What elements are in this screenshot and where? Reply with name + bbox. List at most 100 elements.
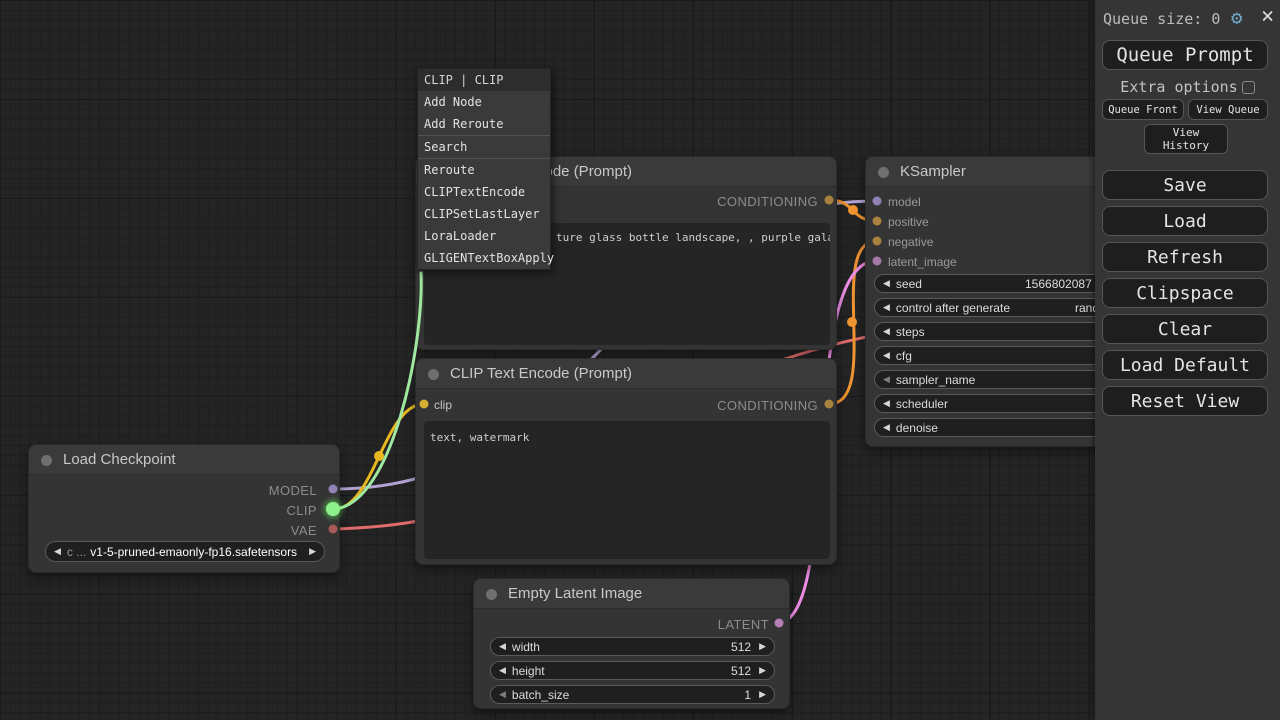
menu-item-reroute[interactable]: Reroute bbox=[418, 159, 550, 181]
save-button[interactable]: Save bbox=[1102, 170, 1268, 200]
reset-view-button[interactable]: Reset View bbox=[1102, 386, 1268, 416]
reset-view-label: Reset View bbox=[1131, 391, 1239, 412]
node-collapse-dot[interactable] bbox=[878, 167, 889, 178]
menu-item-gligentextboxapply[interactable]: GLIGENTextBoxApply bbox=[418, 247, 550, 269]
output-label-conditioning: CONDITIONING bbox=[717, 398, 818, 413]
decrement-arrow-icon[interactable]: ◀ bbox=[883, 274, 890, 293]
widget-value: 512 bbox=[540, 640, 751, 654]
clear-label: Clear bbox=[1158, 319, 1212, 340]
queue-size-value: 0 bbox=[1211, 10, 1220, 28]
save-label: Save bbox=[1163, 175, 1206, 196]
widget-label: sampler_name bbox=[896, 373, 975, 387]
next-arrow-icon[interactable]: ▶ bbox=[309, 542, 316, 561]
settings-gear-icon[interactable]: ⚙ bbox=[1231, 7, 1242, 29]
clear-button[interactable]: Clear bbox=[1102, 314, 1268, 344]
output-label-clip: CLIP bbox=[286, 503, 317, 518]
output-label-conditioning: CONDITIONING bbox=[717, 194, 818, 209]
node-collapse-dot[interactable] bbox=[41, 455, 52, 466]
increment-arrow-icon[interactable]: ▶ bbox=[759, 637, 766, 656]
queue-size-label: Queue size: bbox=[1103, 10, 1202, 28]
widget-value: 512 bbox=[545, 664, 751, 678]
node-title: Empty Latent Image bbox=[474, 579, 789, 609]
widget-height[interactable]: ◀ height 512 ▶ bbox=[490, 661, 775, 680]
node-title: CLIP Text Encode (Prompt) bbox=[416, 359, 836, 389]
widget-label: c ... bbox=[67, 545, 86, 559]
widget-label: width bbox=[512, 640, 540, 654]
view-history-line2: History bbox=[1163, 139, 1209, 152]
menu-item-search[interactable]: Search bbox=[418, 136, 550, 158]
input-label-latent-image: latent_image bbox=[888, 255, 957, 269]
decrement-arrow-icon[interactable]: ◀ bbox=[883, 370, 890, 389]
clipspace-label: Clipspace bbox=[1136, 283, 1234, 304]
view-queue-button[interactable]: View Queue bbox=[1188, 99, 1268, 120]
widget-label: batch_size bbox=[512, 688, 569, 702]
widget-value: 1 bbox=[569, 688, 751, 702]
context-menu-title: CLIP | CLIP bbox=[418, 69, 550, 91]
node-title: Load Checkpoint bbox=[29, 445, 339, 475]
decrement-arrow-icon[interactable]: ◀ bbox=[499, 637, 506, 656]
widget-width[interactable]: ◀ width 512 ▶ bbox=[490, 637, 775, 656]
node-clip-text-encode-2[interactable]: CLIP Text Encode (Prompt) clip CONDITION… bbox=[415, 358, 837, 565]
extra-options-label: Extra options bbox=[1120, 78, 1237, 96]
decrement-arrow-icon[interactable]: ◀ bbox=[883, 394, 890, 413]
decrement-arrow-icon[interactable]: ◀ bbox=[883, 418, 890, 437]
decrement-arrow-icon[interactable]: ◀ bbox=[499, 661, 506, 680]
refresh-label: Refresh bbox=[1147, 247, 1223, 268]
queue-front-label: Queue Front bbox=[1108, 104, 1178, 116]
prev-arrow-icon[interactable]: ◀ bbox=[54, 542, 61, 561]
input-label-clip: clip bbox=[434, 398, 452, 412]
load-button[interactable]: Load bbox=[1102, 206, 1268, 236]
widget-label: height bbox=[512, 664, 545, 678]
decrement-arrow-icon[interactable]: ◀ bbox=[883, 346, 890, 365]
load-default-button[interactable]: Load Default bbox=[1102, 350, 1268, 380]
widget-value: v1-5-pruned-emaonly-fp16.safetensors bbox=[86, 545, 301, 559]
input-label-model: model bbox=[888, 195, 921, 209]
view-history-line1: View bbox=[1173, 126, 1200, 139]
decrement-arrow-icon[interactable]: ◀ bbox=[883, 298, 890, 317]
extra-options-checkbox[interactable] bbox=[1242, 81, 1255, 94]
queue-front-button[interactable]: Queue Front bbox=[1102, 99, 1184, 120]
widget-value: 1566802087 bbox=[1025, 277, 1092, 291]
widget-batch-size[interactable]: ◀ batch_size 1 ▶ bbox=[490, 685, 775, 704]
context-menu: CLIP | CLIP Add Node Add Reroute Search … bbox=[417, 68, 551, 270]
input-label-positive: positive bbox=[888, 215, 929, 229]
menu-item-clipsetlastlayer[interactable]: CLIPSetLastLayer bbox=[418, 203, 550, 225]
widget-ckpt-name[interactable]: ◀ c ... v1-5-pruned-emaonly-fp16.safeten… bbox=[45, 541, 325, 562]
node-collapse-dot[interactable] bbox=[486, 589, 497, 600]
view-queue-label: View Queue bbox=[1196, 104, 1259, 116]
increment-arrow-icon[interactable]: ▶ bbox=[759, 685, 766, 704]
queue-prompt-label: Queue Prompt bbox=[1116, 44, 1253, 66]
refresh-button[interactable]: Refresh bbox=[1102, 242, 1268, 272]
menu-item-add-reroute[interactable]: Add Reroute bbox=[418, 113, 550, 135]
input-label-negative: negative bbox=[888, 235, 933, 249]
widget-label: denoise bbox=[896, 421, 938, 435]
widget-label: steps bbox=[896, 325, 925, 339]
decrement-arrow-icon[interactable]: ◀ bbox=[499, 685, 506, 704]
extra-options: Extra options bbox=[1095, 78, 1280, 96]
widget-label: seed bbox=[896, 277, 922, 291]
widget-label: scheduler bbox=[896, 397, 948, 411]
menu-item-cliptextencode[interactable]: CLIPTextEncode bbox=[418, 181, 550, 203]
node-load-checkpoint[interactable]: Load Checkpoint MODEL CLIP VAE ◀ c ... v… bbox=[28, 444, 340, 573]
node-collapse-dot[interactable] bbox=[428, 369, 439, 380]
prompt-text: text, watermark bbox=[430, 431, 529, 444]
widget-label: control after generate bbox=[896, 301, 1010, 315]
load-label: Load bbox=[1163, 211, 1206, 232]
view-history-button[interactable]: View History bbox=[1144, 124, 1228, 154]
clipspace-button[interactable]: Clipspace bbox=[1102, 278, 1268, 308]
menu-item-add-node[interactable]: Add Node bbox=[418, 91, 550, 113]
output-label-latent: LATENT bbox=[718, 617, 769, 632]
close-icon[interactable]: × bbox=[1261, 6, 1274, 28]
increment-arrow-icon[interactable]: ▶ bbox=[759, 661, 766, 680]
queue-size: Queue size: 0 ⚙ × bbox=[1103, 10, 1273, 32]
queue-prompt-button[interactable]: Queue Prompt bbox=[1102, 40, 1268, 70]
output-label-model: MODEL bbox=[269, 483, 317, 498]
decrement-arrow-icon[interactable]: ◀ bbox=[883, 322, 890, 341]
load-default-label: Load Default bbox=[1120, 355, 1250, 376]
output-label-vae: VAE bbox=[291, 523, 317, 538]
widget-label: cfg bbox=[896, 349, 912, 363]
menu-item-loraloader[interactable]: LoraLoader bbox=[418, 225, 550, 247]
prompt-textarea[interactable]: text, watermark bbox=[424, 421, 830, 559]
node-empty-latent-image[interactable]: Empty Latent Image LATENT ◀ width 512 ▶ … bbox=[473, 578, 790, 709]
queue-panel: Queue size: 0 ⚙ × Queue Prompt Extra opt… bbox=[1095, 0, 1280, 720]
